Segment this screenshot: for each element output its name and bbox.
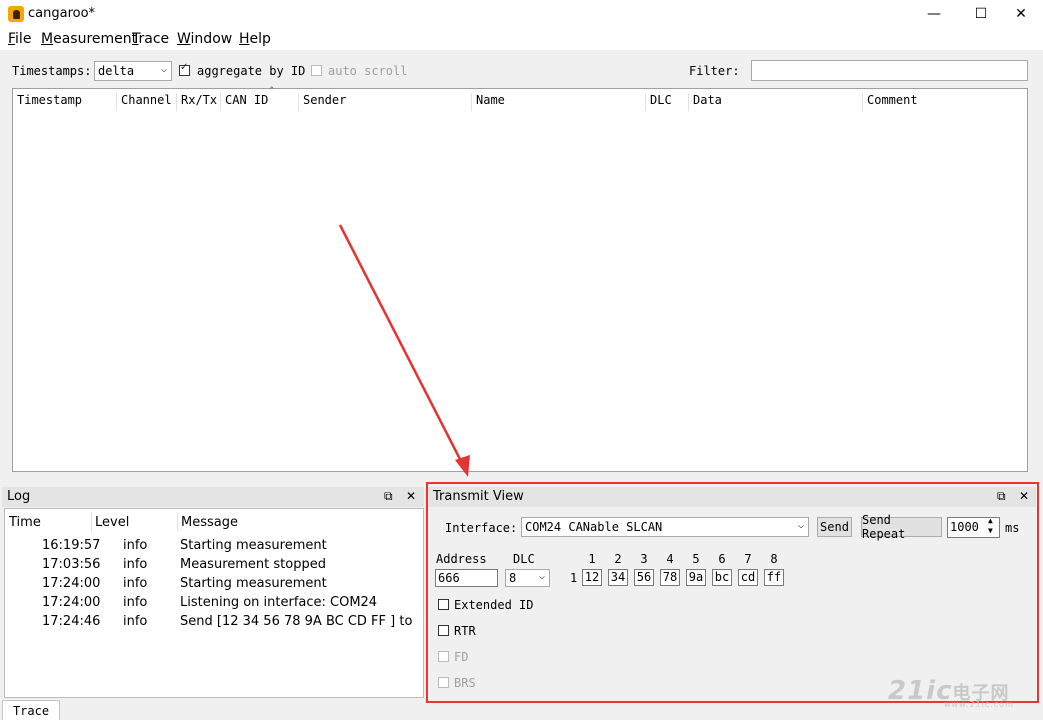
tab-trace[interactable]: Trace [2,700,60,720]
annotation-arrow [338,224,470,477]
watermark-logo: 21ic电子网 www.21ic.com [888,676,1014,709]
